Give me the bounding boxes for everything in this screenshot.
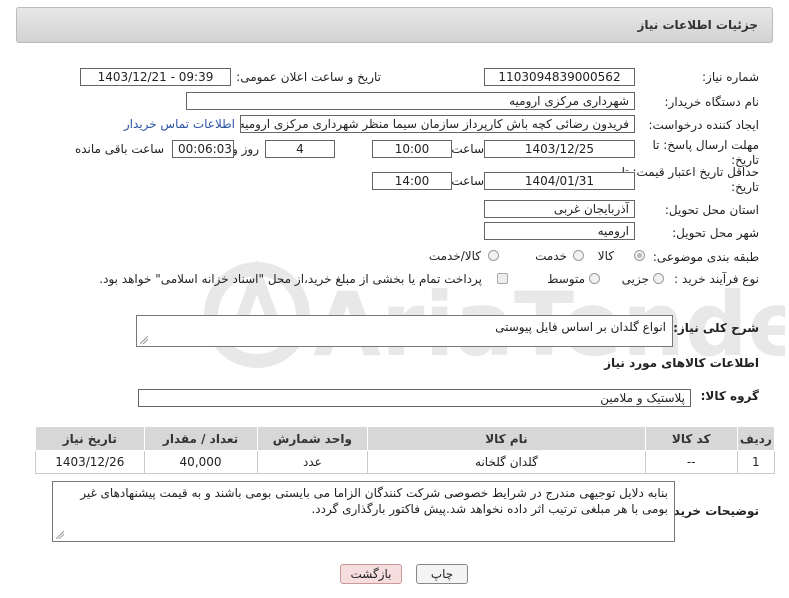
description-textarea: انواع گلدان بر اساس فایل پیوستی [136,315,673,347]
goods-section-title: اطلاعات کالاهای مورد نیاز [604,356,759,370]
goods-group-label: گروه کالا: [700,389,759,403]
time-remaining-label: ساعت باقی مانده [74,142,164,156]
category-option-goods-service: کالا/خدمت [428,249,481,263]
table-header-row: ردیف کد کالا نام کالا واحد شمارش تعداد /… [35,426,776,451]
category-radio-goods[interactable] [634,250,645,261]
buyer-org-field: شهرداری مرکزی ارومیه [186,92,635,110]
col-name: نام کالا [367,426,646,451]
description-text: انواع گلدان بر اساس فایل پیوستی [495,320,666,334]
buyer-notes-textarea: بنابه دلایل توجیهی مندرج در شرایط خصوصی … [52,481,675,542]
print-button[interactable]: چاپ [416,564,468,584]
process-option-minor: جزیی [621,272,649,286]
col-unit: واحد شمارش [256,426,369,451]
deadline-date-field: 1403/12/25 [484,140,635,158]
announce-label: تاریخ و ساعت اعلان عمومی: [236,70,381,84]
treasury-payment-checkbox[interactable] [497,273,508,284]
col-need-date: تاریخ نیاز [35,426,145,451]
process-radio-medium[interactable] [589,273,600,284]
back-button[interactable]: بازگشت [340,564,402,584]
category-label: طبقه بندی موضوعی: [652,250,759,264]
buyer-org-label: نام دستگاه خریدار: [664,95,760,109]
category-option-service: خدمت [535,249,567,263]
city-label: شهر محل تحویل: [672,226,759,240]
page-header: جزئیات اطلاعات نیاز [16,7,773,43]
treasury-payment-note: پرداخت تمام یا بخشی از مبلغ خرید،از محل … [99,272,482,286]
col-row: ردیف [736,426,776,451]
validity-label: حداقل تاریخ اعتبار قیمت: تا تاریخ: [621,165,759,194]
deadline-time-field: 10:00 [372,140,452,158]
time-remaining-field: 00:06:03 [172,140,234,158]
validity-time-label: ساعت [451,174,484,188]
city-field: ارومیه [484,222,635,240]
days-label: روز و [232,142,259,156]
items-table: ردیف کد کالا نام کالا واحد شمارش تعداد /… [35,426,776,474]
description-label: شرح کلی نیاز: [673,321,759,335]
process-option-medium: متوسط [547,272,585,286]
need-number-field: 1103094839000562 [484,68,635,86]
cell-name: گلدان گلخانه [367,450,646,474]
deadline-label: مهلت ارسال پاسخ: تا تاریخ: [652,138,759,167]
buyer-contact-link[interactable]: اطلاعات تماس خریدار [124,117,235,131]
cell-unit: عدد [256,450,369,474]
process-label: نوع فرآیند خرید : [674,272,759,286]
deadline-time-label: ساعت [451,142,484,156]
category-option-goods: کالا [597,249,614,263]
validity-date-field: 1404/01/31 [484,172,635,190]
goods-group-field: پلاستیک و ملامین [138,389,691,407]
need-number-label: شماره نیاز: [702,70,759,84]
cell-row: 1 [736,450,776,474]
cell-need-date: 1403/12/26 [35,450,145,474]
cell-code: -- [644,450,738,474]
requester-label: ایجاد کننده درخواست: [648,118,759,132]
table-row: 1 -- گلدان گلخانه عدد 40,000 1403/12/26 [35,450,776,474]
col-quantity: تعداد / مقدار [143,426,258,451]
category-radio-service[interactable] [573,250,584,261]
resize-grip-icon[interactable] [56,531,64,539]
col-code: کد کالا [644,426,738,451]
validity-time-field: 14:00 [372,172,452,190]
category-radio-goods-service[interactable] [488,250,499,261]
process-radio-minor[interactable] [653,273,664,284]
province-field: آذربایجان غربی [484,200,635,218]
requester-field: فریدون رضائی کچه باش کارپرداز سازمان سیم… [240,115,635,133]
announce-datetime-field: 1403/12/21 - 09:39 [80,68,231,86]
days-remaining-field: 4 [265,140,335,158]
province-label: استان محل تحویل: [664,203,759,217]
buyer-notes-text: بنابه دلایل توجیهی مندرج در شرایط خصوصی … [80,486,668,516]
resize-grip-icon[interactable] [140,336,148,344]
cell-quantity: 40,000 [143,450,258,474]
page-title: جزئیات اطلاعات نیاز [637,18,758,32]
